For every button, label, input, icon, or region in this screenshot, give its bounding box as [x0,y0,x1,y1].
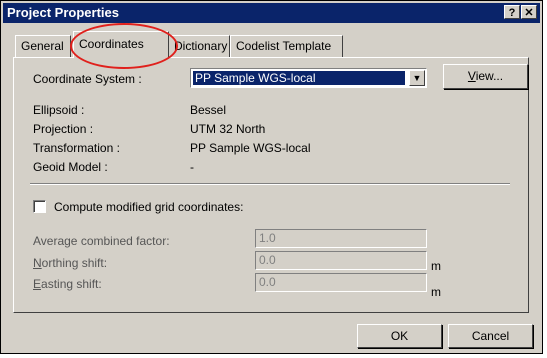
title-bar[interactable]: Project Properties ? ✕ [3,3,540,23]
projection-label: Projection : [33,122,94,136]
ok-button[interactable]: OK [357,324,442,348]
close-icon[interactable]: ✕ [521,5,537,19]
cancel-button[interactable]: Cancel [448,324,533,348]
easting-shift-label: Easting shift: [33,277,102,291]
coordinate-system-dropdown[interactable]: PP Sample WGS-local ▼ [190,68,427,88]
geoid-model-label: Geoid Model : [33,160,108,174]
tab-coordinates[interactable]: Coordinates [73,31,169,58]
average-factor-field[interactable]: 1.0 [255,229,427,248]
modified-grid-checkbox-label[interactable]: Compute modified grid coordinates: [54,200,243,214]
geoid-model-value: - [190,160,194,174]
ellipsoid-label: Ellipsoid : [33,103,85,117]
help-icon[interactable]: ? [504,5,520,19]
average-factor-label: Average combined factor: [33,234,170,248]
modified-grid-checkbox[interactable] [33,200,46,213]
dialog-title: Project Properties [7,5,119,20]
coordinate-system-label: Coordinate System : [33,72,142,86]
separator [30,183,510,185]
northing-shift-field[interactable]: 0.0 [255,251,427,270]
ellipsoid-value: Bessel [190,103,227,117]
tab-general[interactable]: General [15,35,71,57]
tab-codelist-template[interactable]: Codelist Template [230,35,343,57]
coordinate-system-selected: PP Sample WGS-local [193,71,405,85]
easting-shift-field[interactable]: 0.0 [255,273,427,292]
projection-value: UTM 32 North [190,122,266,136]
tab-dictionary[interactable]: Dictionary [168,35,230,57]
northing-shift-label: Northing shift: [33,256,108,270]
northing-unit: m [431,259,441,273]
transformation-label: Transformation : [33,141,120,155]
easting-unit: m [431,285,441,299]
chevron-down-icon[interactable]: ▼ [409,70,425,86]
transformation-value: PP Sample WGS-local [190,141,311,155]
view-button[interactable]: View... [443,64,528,89]
view-button-label: iew... [475,69,504,83]
